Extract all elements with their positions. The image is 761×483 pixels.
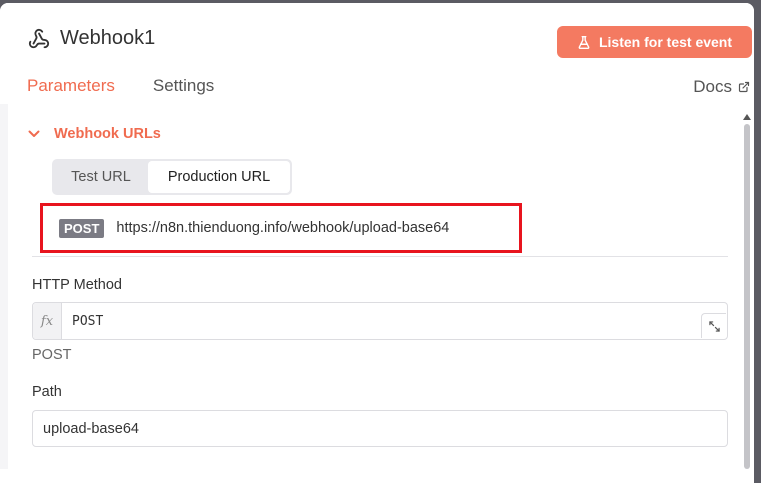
docs-label: Docs <box>693 77 732 96</box>
webhook-icon <box>28 28 50 48</box>
webhook-urls-toggle[interactable]: Webhook URLs <box>28 126 161 142</box>
section-divider <box>32 256 728 257</box>
panel-header: Webhook1 Listen for test event Parameter… <box>0 3 754 107</box>
external-link-icon <box>738 81 750 93</box>
http-method-resolved-preview: POST <box>32 347 72 363</box>
tab-settings[interactable]: Settings <box>134 75 233 105</box>
node-title-row: Webhook1 <box>28 27 155 50</box>
fx-icon: fx <box>33 303 62 339</box>
http-method-expression-value[interactable]: POST <box>62 303 727 339</box>
webhook-urls-title: Webhook URLs <box>54 126 161 142</box>
listen-button-label: Listen for test event <box>598 34 733 50</box>
expand-icon <box>708 320 720 332</box>
expand-editor-button[interactable] <box>701 313 726 338</box>
http-method-label: HTTP Method <box>32 277 122 293</box>
flask-icon <box>578 35 590 49</box>
panel-tabs: Parameters Settings <box>8 75 233 107</box>
chevron-down-icon <box>28 130 40 137</box>
path-label: Path <box>32 384 62 400</box>
test-url-option[interactable]: Test URL <box>54 161 148 193</box>
scroll-up-icon[interactable] <box>743 114 751 120</box>
docs-link[interactable]: Docs <box>693 77 750 97</box>
node-title[interactable]: Webhook1 <box>60 27 155 50</box>
http-method-expression-field[interactable]: fx POST <box>32 302 728 340</box>
webhook-url-display[interactable]: POST https://n8n.thienduong.info/webhook… <box>40 203 522 253</box>
webhook-url-text[interactable]: https://n8n.thienduong.info/webhook/uplo… <box>116 220 449 236</box>
method-badge: POST <box>59 218 105 238</box>
scrollbar-thumb[interactable] <box>744 124 750 469</box>
path-input[interactable] <box>32 410 728 447</box>
url-type-toggle: Test URL Production URL <box>52 159 292 195</box>
tab-parameters[interactable]: Parameters <box>8 75 134 107</box>
scrollbar[interactable] <box>740 124 754 469</box>
listen-for-test-event-button[interactable]: Listen for test event <box>557 26 752 58</box>
production-url-option[interactable]: Production URL <box>148 161 290 193</box>
